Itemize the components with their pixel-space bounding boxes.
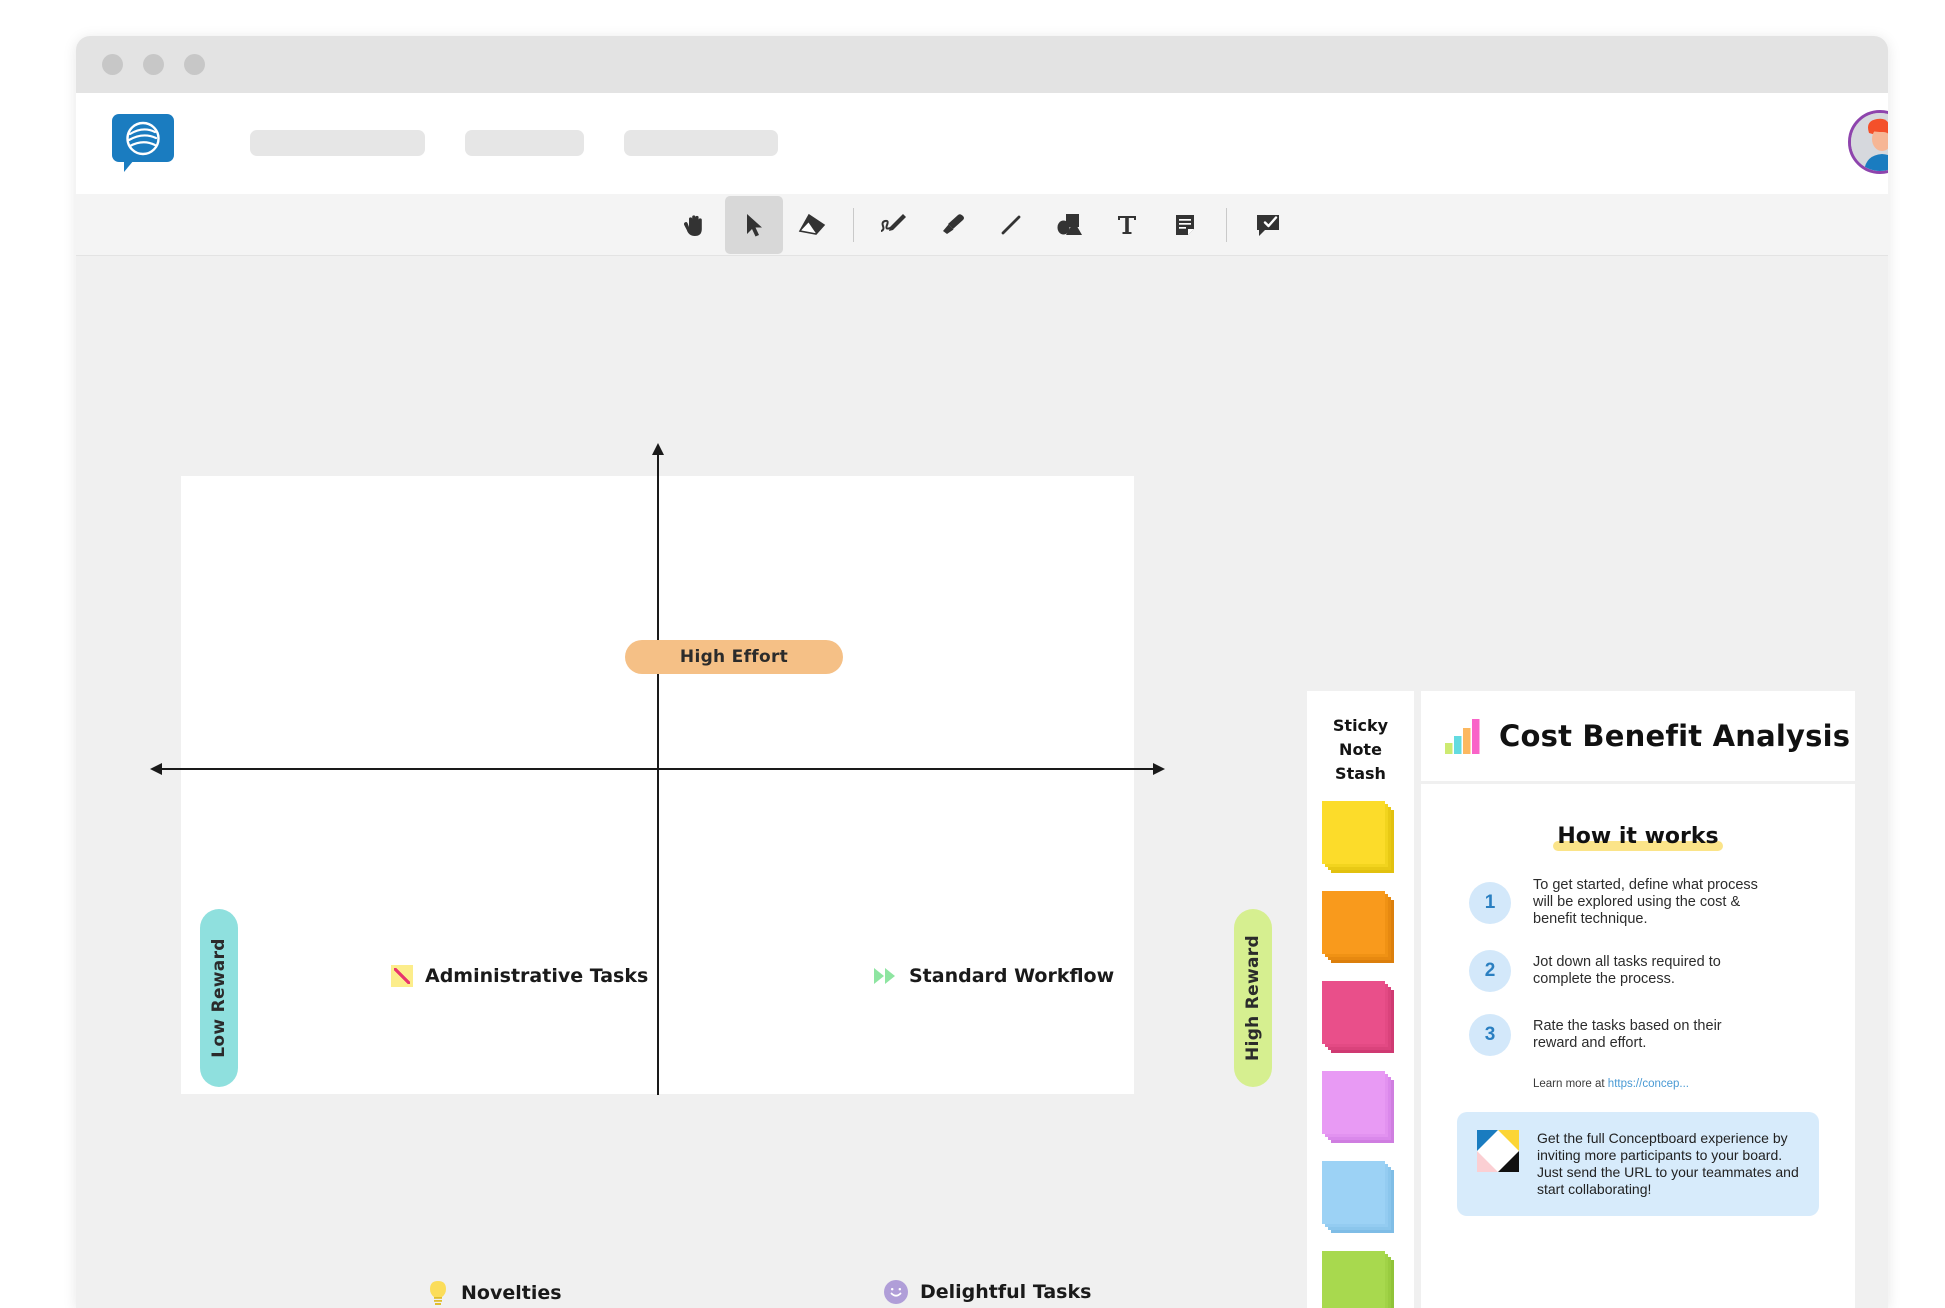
sticky-stack-blue[interactable] [1322, 1161, 1394, 1233]
axis-label-high-effort-text: High Effort [679, 647, 789, 667]
step-text-2: Jot down all tasks required to complete … [1533, 954, 1721, 987]
quadrant-label-delightful-tasks[interactable]: Delightful Tasks [884, 1280, 1091, 1304]
comment-icon [1257, 215, 1279, 236]
pen-icon [881, 214, 906, 232]
line-icon [1001, 215, 1021, 235]
nav-placeholder-3[interactable] [624, 130, 778, 156]
bar-chart-icon [1443, 717, 1481, 755]
highlighter-icon [943, 214, 964, 234]
tool-comment[interactable] [1239, 196, 1297, 254]
browser-window: High Effort Low Effort Low Reward High R… [76, 36, 1888, 1308]
sticky-note-stash-title: Sticky Note Stash [1307, 714, 1414, 786]
step-item: 2 Jot down all tasks required to complet… [1421, 950, 1855, 992]
step-number-3: 3 [1469, 1014, 1511, 1056]
editor-toolbar [76, 194, 1888, 256]
logo-glyph-icon [126, 121, 160, 156]
stash-title-line-1: Sticky [1332, 716, 1389, 735]
tool-text[interactable] [1098, 196, 1156, 254]
step-text-3: Rate the tasks based on their reward and… [1533, 1018, 1722, 1051]
window-maximize-dot[interactable] [184, 54, 205, 75]
cost-benefit-analysis-panel: Cost Benefit Analysis How it works 1 To … [1421, 691, 1855, 1308]
lightbulb-icon [427, 1280, 449, 1306]
sticky-stack-orange[interactable] [1322, 891, 1394, 963]
eraser-icon [798, 213, 826, 235]
tool-sticky-note[interactable] [1156, 196, 1214, 254]
sticky-note-icon [1176, 215, 1194, 235]
app-header [76, 93, 1888, 194]
toolbar-separator-1 [853, 208, 854, 242]
shapes-icon [1057, 214, 1082, 235]
tool-eraser[interactable] [783, 196, 841, 254]
tool-pen[interactable] [866, 196, 924, 254]
sticky-note-stash-panel: Sticky Note Stash [1307, 691, 1414, 1308]
quadrant-label-administrative-tasks-text: Administrative Tasks [425, 965, 649, 987]
toolbar-separator-2 [1226, 208, 1227, 242]
how-it-works-title: How it works [1553, 824, 1723, 851]
app-root: High Effort Low Effort Low Reward High R… [0, 0, 1945, 1308]
quadrant-label-delightful-tasks-text: Delightful Tasks [920, 1281, 1092, 1303]
quadrant-label-novelties-text: Novelties [461, 1282, 562, 1304]
tool-highlighter[interactable] [924, 196, 982, 254]
logo-tail [124, 160, 144, 172]
avatar-1-icon [1851, 113, 1888, 171]
steps-list: 1 To get started, define what process wi… [1421, 877, 1855, 1056]
learn-more-prefix: Learn more at [1533, 1078, 1608, 1090]
step-number-2: 2 [1469, 950, 1511, 992]
window-close-dot[interactable] [102, 54, 123, 75]
text-icon [1118, 216, 1136, 234]
horizontal-axis [150, 763, 1165, 775]
tool-line[interactable] [982, 196, 1040, 254]
quadrant-label-standard-workflow[interactable]: Standard Workflow [873, 965, 1114, 987]
invite-callout: Get the full Conceptboard experience by … [1457, 1112, 1819, 1216]
stash-title-line-2: Note [1339, 740, 1382, 759]
axis-label-high-effort[interactable]: High Effort [625, 640, 843, 674]
how-it-works-section: How it works 1 To get started, define wh… [1421, 784, 1855, 1216]
nav-placeholder-1[interactable] [250, 130, 425, 156]
step-text-1: To get started, define what process will… [1533, 877, 1758, 927]
cursor-icon [747, 214, 762, 237]
tool-select[interactable] [725, 196, 783, 254]
sticky-stack-violet[interactable] [1322, 1071, 1394, 1143]
cba-header: Cost Benefit Analysis [1421, 691, 1855, 784]
hand-icon [683, 215, 702, 236]
conceptboard-mark-icon [1477, 1130, 1519, 1172]
quadrant-label-administrative-tasks[interactable]: Administrative Tasks [391, 965, 648, 987]
learn-more-link[interactable]: https://concep... [1608, 1078, 1689, 1090]
fast-forward-icon [873, 966, 897, 986]
quadrant-matrix [150, 443, 1165, 1095]
axis-label-low-reward[interactable]: Low Reward [200, 909, 238, 1087]
step-item: 3 Rate the tasks based on their reward a… [1421, 1014, 1855, 1056]
sticky-stack-pink[interactable] [1322, 981, 1394, 1053]
axis-label-high-reward[interactable]: High Reward [1234, 909, 1272, 1087]
window-titlebar [76, 36, 1888, 93]
axis-label-low-reward-text: Low Reward [209, 938, 229, 1058]
stash-title-line-3: Stash [1335, 764, 1386, 783]
step-item: 1 To get started, define what process wi… [1421, 877, 1855, 928]
nav-placeholder-2[interactable] [465, 130, 584, 156]
tool-hand[interactable] [667, 196, 725, 254]
axis-label-high-reward-text: High Reward [1243, 935, 1263, 1061]
cba-title: Cost Benefit Analysis [1499, 719, 1851, 753]
tool-list [667, 194, 1297, 256]
vertical-axis [652, 443, 664, 1095]
board-canvas[interactable]: High Effort Low Effort Low Reward High R… [76, 256, 1888, 1308]
sticky-note-pencil-icon [391, 965, 413, 987]
window-minimize-dot[interactable] [143, 54, 164, 75]
sticky-stack-yellow[interactable] [1322, 801, 1394, 873]
invite-text: Get the full Conceptboard experience by … [1537, 1130, 1799, 1197]
smiley-face-icon [884, 1280, 908, 1304]
tool-shapes[interactable] [1040, 196, 1098, 254]
avatar-collaborator-1[interactable] [1848, 110, 1888, 174]
quadrant-label-standard-workflow-text: Standard Workflow [909, 965, 1115, 987]
conceptboard-logo[interactable] [112, 114, 174, 172]
sticky-stack-green[interactable] [1322, 1251, 1394, 1308]
step-number-1: 1 [1469, 881, 1511, 924]
learn-more-line: Learn more at https://concep... [1421, 1078, 1855, 1090]
quadrant-label-novelties[interactable]: Novelties [427, 1280, 562, 1306]
